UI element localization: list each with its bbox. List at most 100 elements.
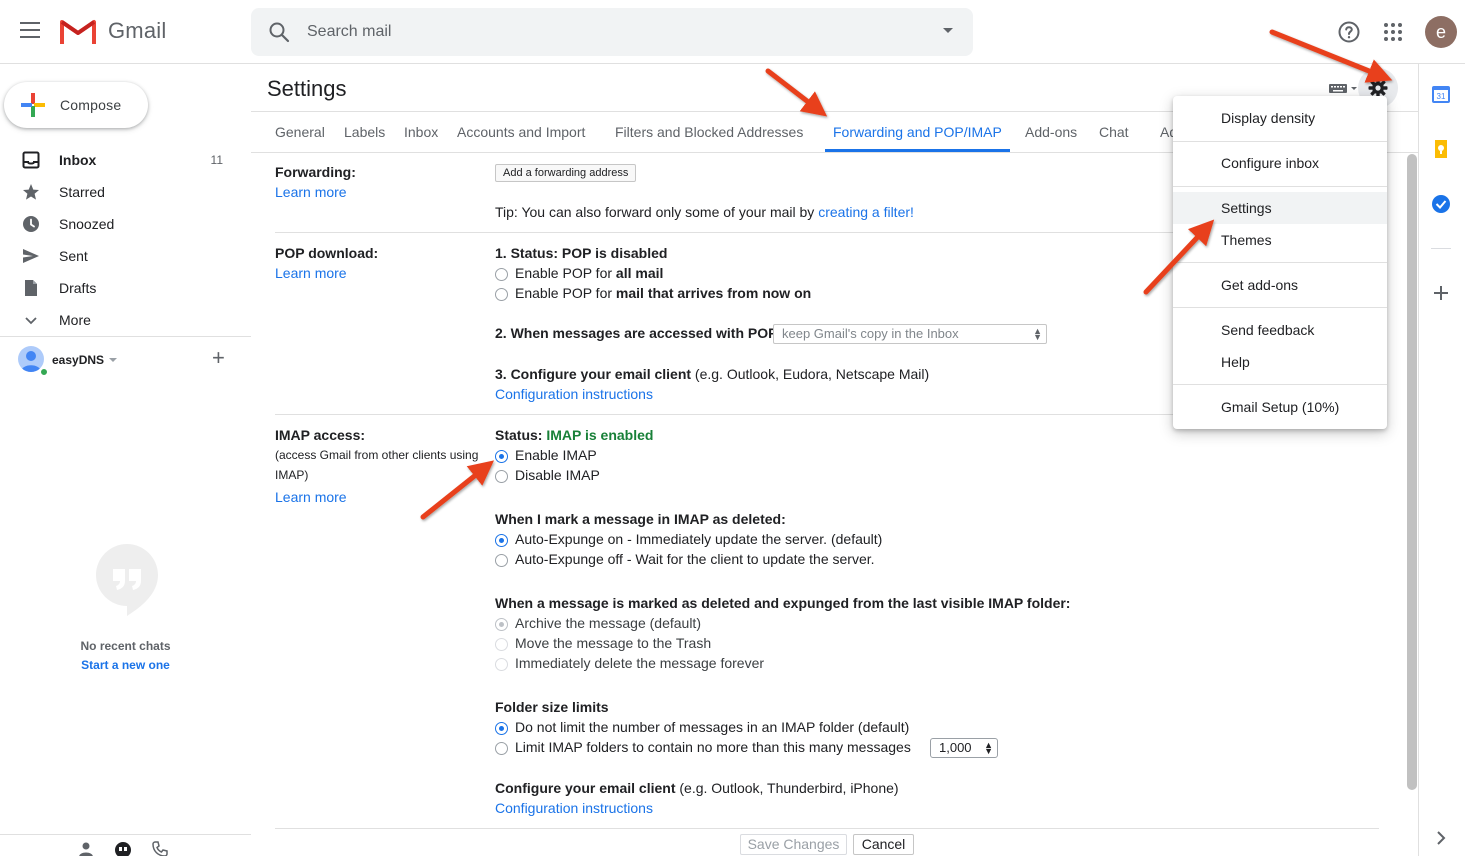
menu-item-display-density[interactable]: Display density bbox=[1173, 102, 1387, 134]
new-chat-plus-icon[interactable]: + bbox=[212, 347, 225, 369]
sidebar-item-sent[interactable]: Sent bbox=[0, 240, 251, 272]
apps-grid-icon[interactable] bbox=[1383, 22, 1403, 42]
gmail-logo[interactable]: Gmail bbox=[60, 17, 166, 45]
delete-forever-radio[interactable] bbox=[495, 658, 508, 671]
left-sidebar: Compose Inbox 11 Starred Snoozed Sent Dr… bbox=[0, 64, 251, 856]
tab-chat[interactable]: Chat bbox=[1099, 112, 1129, 152]
auto-expunge-off-radio[interactable] bbox=[495, 554, 508, 567]
tab-forwarding-and-pop-imap[interactable]: Forwarding and POP/IMAP bbox=[825, 112, 1010, 152]
folder-limit-select[interactable]: 1,000 ▲ ▼ bbox=[930, 738, 998, 758]
tab-filters-and-blocked-addresses[interactable]: Filters and Blocked Addresses bbox=[615, 112, 803, 152]
enable-imap-label: Enable IMAP bbox=[515, 447, 597, 463]
pop-step3-label: 3. Configure your email client bbox=[495, 366, 692, 382]
save-changes-button[interactable]: Save Changes bbox=[740, 834, 847, 855]
tab-labels[interactable]: Labels bbox=[344, 112, 385, 152]
no-folder-limit-radio[interactable] bbox=[495, 722, 508, 735]
cancel-button[interactable]: Cancel bbox=[853, 834, 914, 855]
start-new-chat-link[interactable]: Start a new one bbox=[0, 658, 251, 672]
compose-button[interactable]: Compose bbox=[4, 82, 148, 128]
sidebar-item-starred[interactable]: Starred bbox=[0, 176, 251, 208]
select-arrows-icon: ▲ ▼ bbox=[984, 740, 993, 756]
gmail-wordmark: Gmail bbox=[108, 18, 167, 43]
sidebar-item-label: Inbox bbox=[59, 152, 97, 168]
auto-expunge-on-label: Auto-Expunge on - Immediately update the… bbox=[515, 531, 883, 547]
online-status-dot bbox=[39, 367, 49, 377]
menu-item-send-feedback[interactable]: Send feedback bbox=[1173, 314, 1387, 346]
menu-item-settings[interactable]: Settings bbox=[1173, 192, 1387, 224]
menu-item-themes[interactable]: Themes bbox=[1173, 224, 1387, 256]
clock-icon bbox=[23, 216, 39, 232]
limit-folder-radio[interactable] bbox=[495, 742, 508, 755]
sidebar-item-inbox[interactable]: Inbox 11 bbox=[0, 144, 251, 176]
chevron-right-icon[interactable] bbox=[1431, 828, 1451, 848]
sidebar-item-label: Sent bbox=[59, 248, 88, 264]
forwarding-learn-more-link[interactable]: Learn more bbox=[275, 184, 347, 200]
keyboard-icon[interactable] bbox=[1329, 81, 1357, 95]
pop-configuration-instructions-link[interactable]: Configuration instructions bbox=[495, 386, 653, 402]
sidebar-item-snoozed[interactable]: Snoozed bbox=[0, 208, 251, 240]
tasks-icon[interactable] bbox=[1431, 194, 1451, 214]
top-bar: Gmail e bbox=[0, 0, 1465, 64]
pop-option-bold: mail that arrives from now on bbox=[615, 285, 812, 301]
enable-imap-radio[interactable] bbox=[495, 450, 508, 463]
pop-option-prefix: Enable POP for bbox=[515, 285, 616, 301]
imap-client-config: Configure your email client (e.g. Outloo… bbox=[495, 780, 899, 796]
hangouts-quote-icon bbox=[96, 544, 158, 616]
tab-general[interactable]: General bbox=[275, 112, 325, 152]
pop-step3-rest: (e.g. Outlook, Eudora, Netscape Mail) bbox=[691, 366, 930, 382]
phone-icon[interactable] bbox=[152, 841, 168, 856]
pop-access-select[interactable]: keep Gmail's copy in the Inbox ▲ ▼ bbox=[773, 324, 1047, 344]
scrollbar-thumb[interactable] bbox=[1407, 154, 1417, 790]
archive-message-radio[interactable] bbox=[495, 618, 508, 631]
hangouts-account[interactable]: easyDNS + bbox=[18, 346, 238, 377]
tab-accounts-and-import[interactable]: Accounts and Import bbox=[457, 112, 585, 152]
search-bar[interactable] bbox=[251, 8, 973, 56]
pop-step2-label: 2. When messages are accessed with POP bbox=[495, 325, 778, 341]
disable-imap-radio[interactable] bbox=[495, 470, 508, 483]
folder-limit-value: 1,000 bbox=[939, 740, 972, 755]
sidebar-item-more[interactable]: More bbox=[0, 304, 251, 336]
menu-item-get-add-ons[interactable]: Get add-ons bbox=[1173, 269, 1387, 301]
search-input[interactable] bbox=[307, 8, 907, 56]
add-forwarding-address-button[interactable]: Add a forwarding address bbox=[495, 164, 637, 182]
folder-size-heading: Folder size limits bbox=[495, 699, 609, 715]
calendar-icon[interactable]: 31 bbox=[1431, 84, 1451, 104]
get-addons-plus-icon[interactable] bbox=[1431, 283, 1451, 303]
pop-option-prefix: Enable POP for bbox=[515, 265, 616, 281]
search-icon[interactable] bbox=[267, 20, 291, 44]
forwarding-label: Forwarding: bbox=[275, 164, 356, 180]
keep-icon[interactable] bbox=[1431, 139, 1451, 159]
imap-configuration-instructions-link[interactable]: Configuration instructions bbox=[495, 800, 653, 816]
settings-scrollbar[interactable] bbox=[1407, 154, 1417, 854]
help-icon[interactable] bbox=[1337, 20, 1361, 44]
hangouts-chat-icon[interactable] bbox=[114, 841, 132, 856]
auto-expunge-on-radio[interactable] bbox=[495, 534, 508, 547]
main-menu-icon[interactable] bbox=[20, 22, 40, 38]
gear-icon bbox=[1368, 78, 1388, 98]
account-dropdown-icon[interactable] bbox=[109, 358, 117, 362]
pop-step3: 3. Configure your email client (e.g. Out… bbox=[495, 366, 929, 382]
pop-all-mail-radio[interactable] bbox=[495, 268, 508, 281]
select-arrows-icon: ▲ ▼ bbox=[1033, 326, 1042, 342]
imap-expunged-heading: When a message is marked as deleted and … bbox=[495, 595, 1071, 611]
pop-from-now-radio[interactable] bbox=[495, 288, 508, 301]
tip-text: Tip: You can also forward only some of y… bbox=[495, 204, 819, 220]
sidebar-item-label: More bbox=[59, 312, 91, 328]
pop-learn-more-link[interactable]: Learn more bbox=[275, 265, 347, 281]
menu-item-help[interactable]: Help bbox=[1173, 346, 1387, 378]
imap-client-label: Configure your email client bbox=[495, 780, 676, 796]
menu-item-gmail-setup[interactable]: Gmail Setup (10%) bbox=[1173, 391, 1387, 423]
imap-learn-more-link[interactable]: Learn more bbox=[275, 489, 347, 505]
tab-inbox[interactable]: Inbox bbox=[404, 112, 438, 152]
sidebar-item-label: Snoozed bbox=[59, 216, 115, 232]
sidebar-item-drafts[interactable]: Drafts bbox=[0, 272, 251, 304]
contacts-person-icon[interactable] bbox=[78, 841, 94, 856]
save-bar-divider bbox=[275, 828, 1379, 829]
creating-a-filter-link[interactable]: creating a filter! bbox=[818, 204, 914, 220]
sidebar-nav: Inbox 11 Starred Snoozed Sent Drafts Mor… bbox=[0, 144, 251, 336]
search-options-chevron-icon[interactable] bbox=[943, 28, 953, 33]
account-avatar[interactable]: e bbox=[1425, 16, 1457, 48]
menu-item-configure-inbox[interactable]: Configure inbox bbox=[1173, 147, 1387, 179]
move-to-trash-radio[interactable] bbox=[495, 638, 508, 651]
tab-add-ons[interactable]: Add-ons bbox=[1025, 112, 1077, 152]
